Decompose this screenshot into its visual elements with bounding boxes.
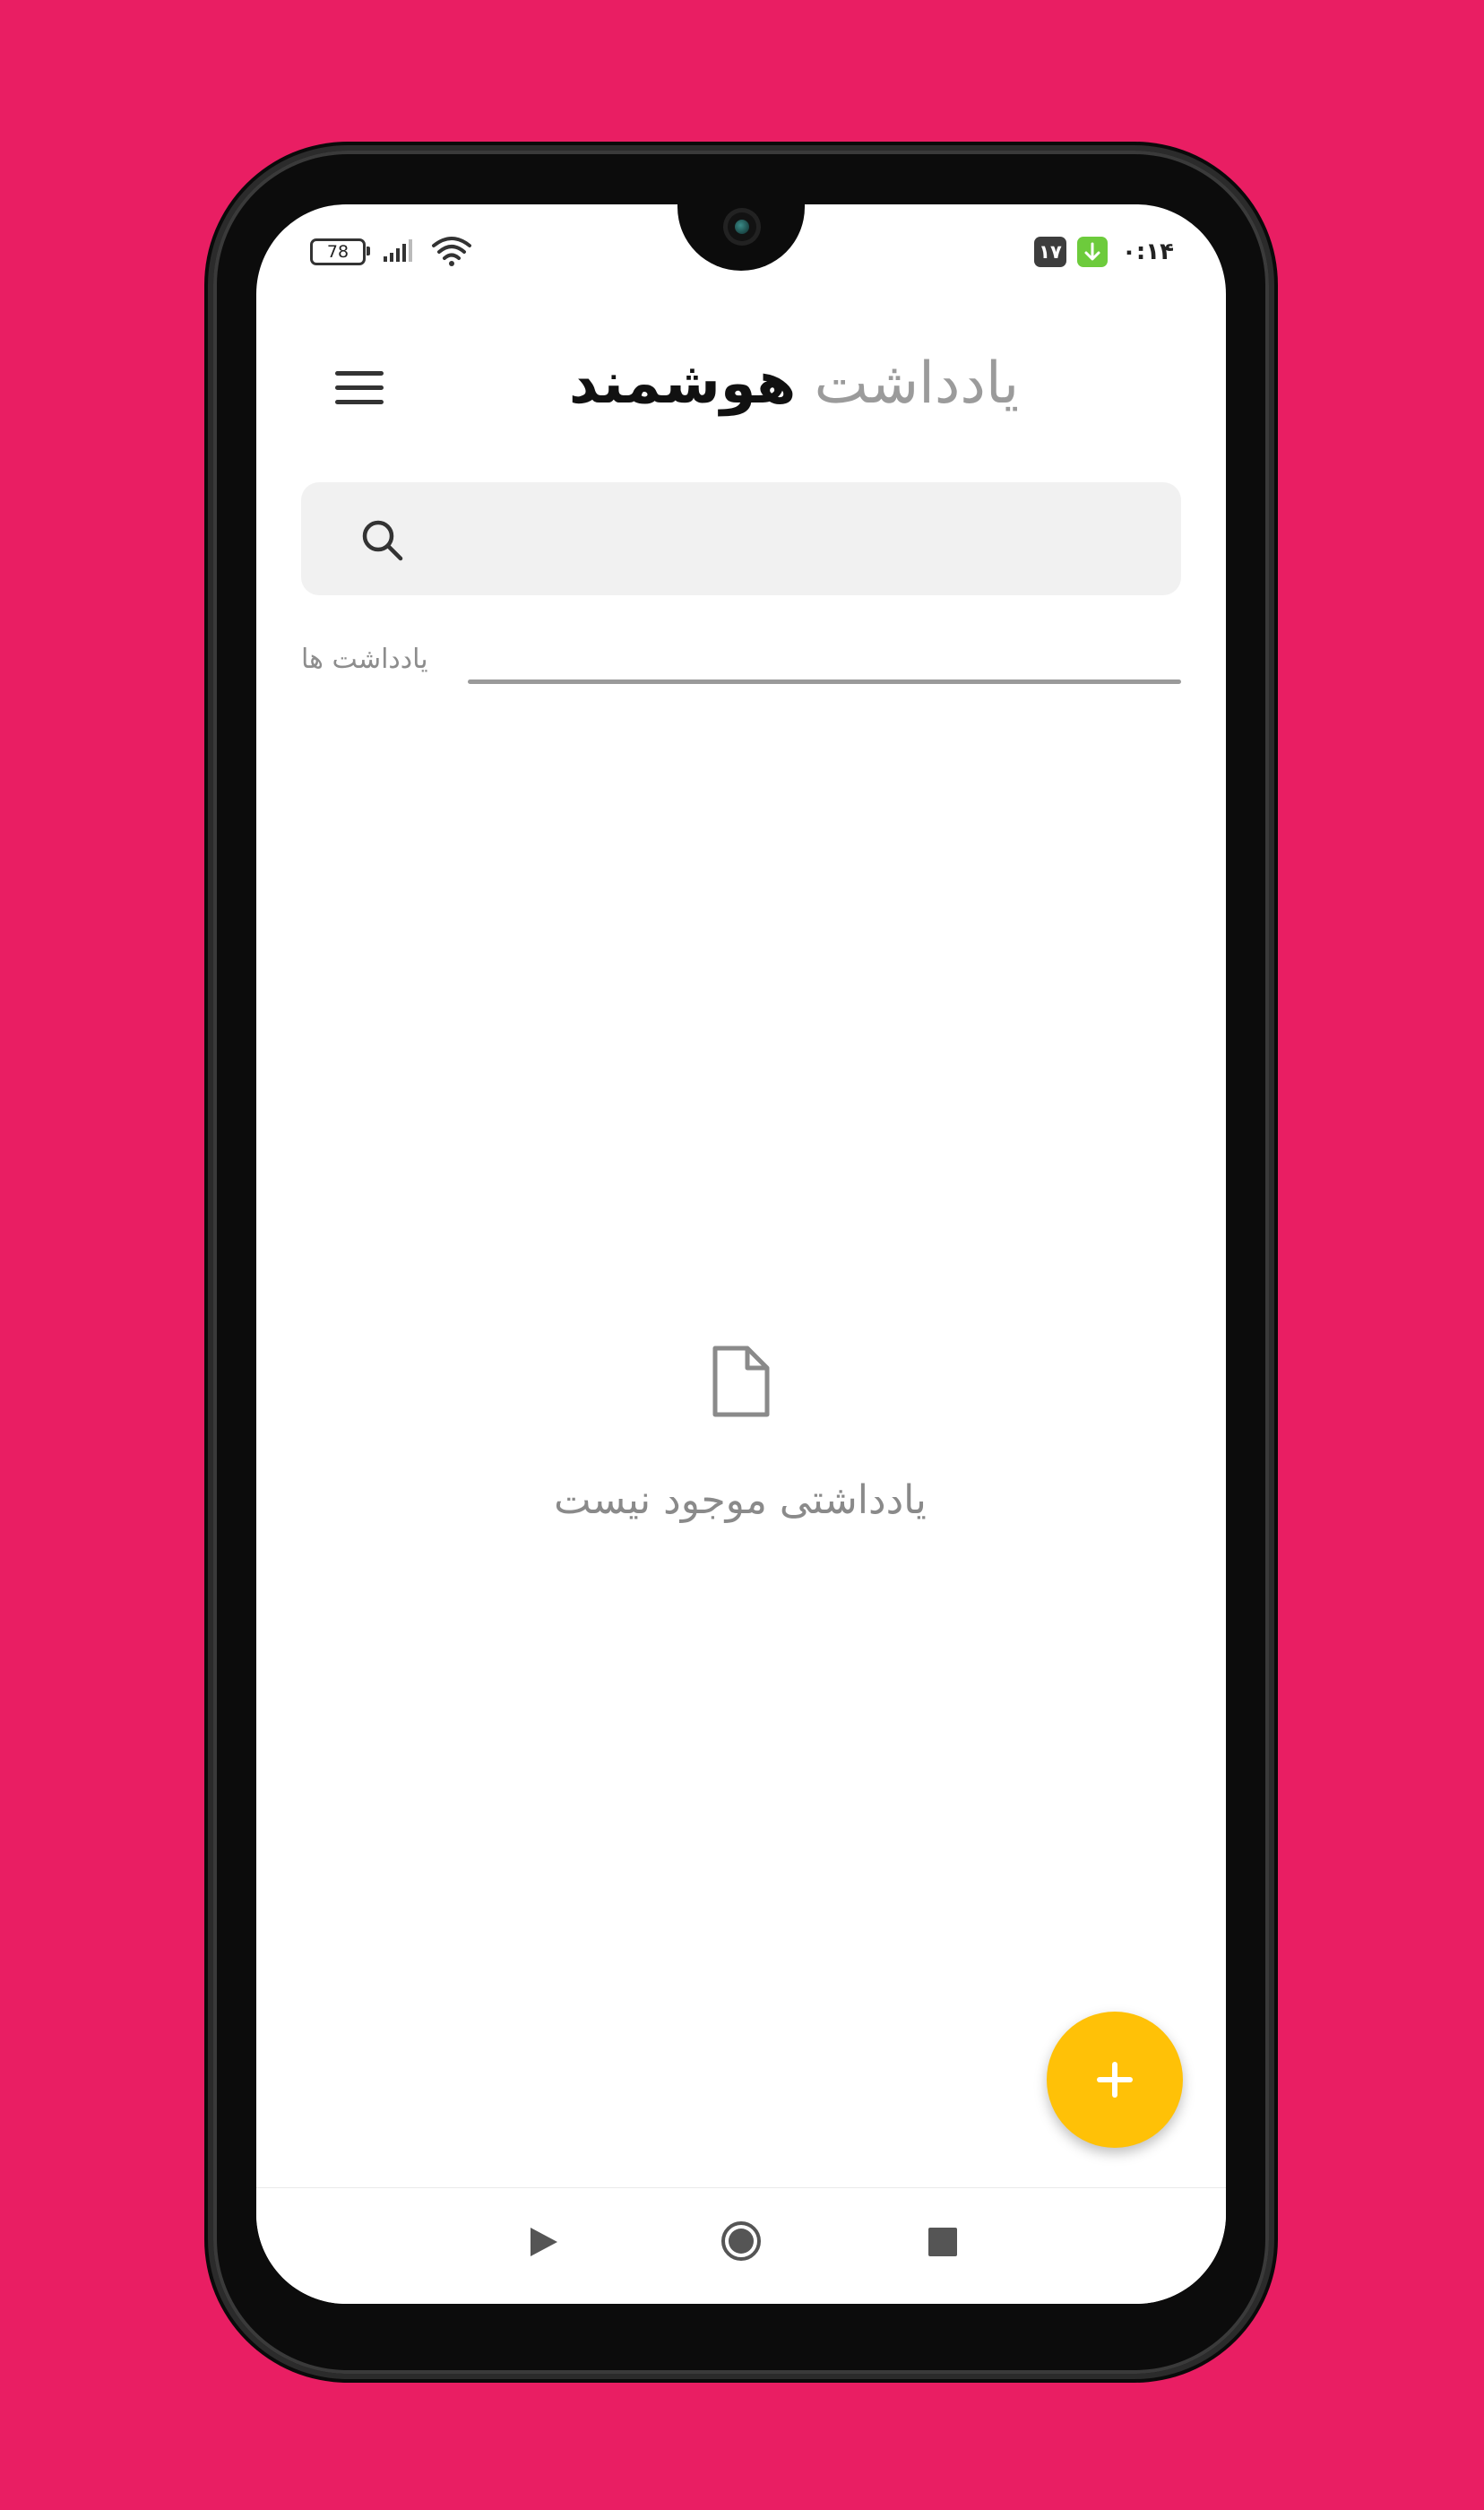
signal-icon [384,239,412,262]
system-nav-bar [256,2187,1226,2304]
search-input[interactable] [427,500,1147,579]
search-icon[interactable] [358,516,407,565]
search-bar[interactable] [301,482,1181,595]
app-title-light: یادداشت [814,351,1020,417]
empty-state-message: یادداشتی موجود نیست [554,1477,927,1523]
app-title: یادداشت هوشمند [525,339,1063,428]
notification-badge: ۱۷ [1033,237,1066,267]
wifi-icon [432,237,471,266]
status-bar: 78 ۱۷ ۰:۱۴ [256,231,1226,276]
notes-section-label: یادداشت ها [301,644,428,675]
home-icon[interactable] [720,2220,762,2262]
app-screen: 78 ۱۷ ۰:۱۴ یادداشت هوشمند یادداشت ها یاد… [256,204,1226,2304]
status-right-group: ۱۷ ۰:۱۴ [1033,237,1174,267]
recents-icon[interactable] [928,2228,957,2256]
section-divider [468,679,1181,684]
status-clock: ۰:۱۴ [1121,238,1174,265]
document-icon [712,1346,770,1417]
battery-icon: 78 [310,238,370,265]
hamburger-menu-icon[interactable] [328,357,391,420]
back-icon[interactable] [525,2224,561,2260]
app-title-bold: هوشمند [568,351,797,417]
add-note-button[interactable] [1047,2012,1183,2148]
download-icon [1076,237,1108,267]
